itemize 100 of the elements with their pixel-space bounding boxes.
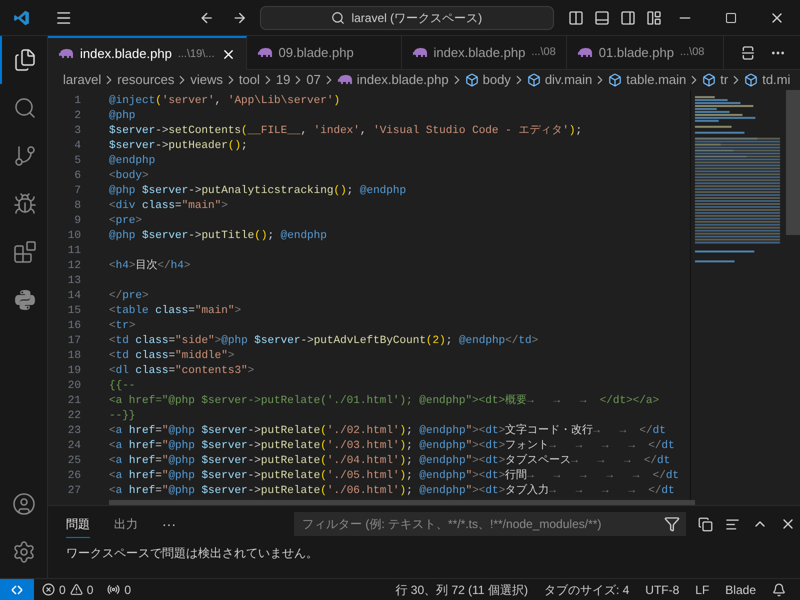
panel-toggle-icon[interactable] <box>594 10 610 26</box>
cube-icon <box>526 73 541 87</box>
code-line: <a href="@php $server->putRelate('./05.html'); @endphp"><dt>行間→ → → → → </dt <box>109 469 680 484</box>
code-line: $server->setContents(__FILE__, 'index', 'Visual Studio Code - エディタ'); <box>109 124 582 139</box>
code-line: <a href="@php $server->putRelate('./01.html'); @endphp"><dt>概要→ → → </dt></a> <box>109 394 660 409</box>
code-line: <table class="main"> <box>109 304 242 319</box>
files-icon[interactable] <box>12 48 36 72</box>
editor-tab[interactable]: index.blade.php ...\19\... <box>48 36 246 70</box>
line-number: 9 <box>73 214 81 229</box>
code-line: --}} <box>109 409 136 424</box>
python-icon[interactable] <box>12 288 36 312</box>
code-line: <a href="@php $server->putRelate('./04.html'); @endphp"><dt>タブスペース→ → → </dt <box>109 454 670 469</box>
error-count[interactable]: 0 <box>59 580 66 598</box>
settings-icon[interactable] <box>12 540 36 564</box>
code-line: @inject('server', 'App\Lib\server') <box>109 94 340 109</box>
line-number: 2 <box>73 109 81 124</box>
breadcrumb-item[interactable]: views <box>190 70 223 90</box>
code-line: @endphp <box>109 154 156 169</box>
tab-size[interactable]: タブのサイズ: 4 <box>544 580 630 598</box>
code-line: @php <box>109 109 136 124</box>
breadcrumb-item[interactable]: body <box>482 70 511 90</box>
breadcrumb-item[interactable]: 07 <box>306 70 321 90</box>
line-number: 11 <box>66 244 81 259</box>
breadcrumb-item[interactable]: index.blade.php <box>356 70 449 90</box>
code-line: {{-- <box>109 379 136 394</box>
code-line: $server->putHeader(); <box>109 139 248 154</box>
code-line: <body> <box>109 169 149 184</box>
line-number: 8 <box>73 199 81 214</box>
line-number: 15 <box>66 304 81 319</box>
sidebar-toggle-icon[interactable] <box>568 10 584 26</box>
line-number: 4 <box>73 139 81 154</box>
code-line: <pre> <box>109 214 142 229</box>
ports-count[interactable]: 0 <box>124 580 132 598</box>
breadcrumb-item[interactable]: laravel <box>63 70 102 90</box>
code-line: @php $server->putTitle(); @endphp <box>109 229 327 244</box>
breadcrumb-item[interactable]: resources <box>117 70 174 90</box>
cursor-position[interactable]: 行 30、列 72 (11 個選択) <box>395 580 528 598</box>
bug-icon[interactable] <box>12 192 36 216</box>
filter-icon[interactable] <box>664 516 680 532</box>
breadcrumb-item[interactable]: tool <box>238 70 260 90</box>
cube-icon <box>608 73 622 87</box>
editor-tab[interactable]: 09.blade.php <box>246 36 402 70</box>
panel-tab[interactable]: 問題 <box>66 510 90 538</box>
error-icon[interactable] <box>42 583 55 596</box>
line-number: 27 <box>66 484 81 499</box>
filter-field[interactable]: フィルター (例: テキスト、**/*.ts、!**/node_modules/**) <box>294 512 686 536</box>
problems-message: ワークスペースで問題は検出されていません。 <box>66 545 319 562</box>
command-search-field[interactable]: laravel (ワークスペース) <box>260 6 554 30</box>
editor-tab[interactable]: index.blade.php ...\08 <box>402 36 567 70</box>
remote-icon <box>10 582 24 596</box>
line-number: 3 <box>73 124 81 139</box>
line-number: 22 <box>66 409 81 424</box>
line-number: 19 <box>66 364 81 379</box>
app-logo-icon <box>13 8 30 26</box>
blocks-icon[interactable] <box>12 240 36 264</box>
cube-icon <box>702 73 716 87</box>
search-icon[interactable] <box>12 96 36 120</box>
code-line: <dl class="contents3"> <box>109 364 254 379</box>
breadcrumb-item[interactable]: table.main <box>626 70 686 90</box>
code-line: <a href="@php $server->putRelate('./02.html'); @endphp"><dt>文字コード・改行→ → </dt <box>109 424 666 439</box>
line-number: 12 <box>66 259 81 274</box>
line-number: 20 <box>66 379 81 394</box>
line-number: 5 <box>73 154 81 169</box>
warning-count[interactable]: 0 <box>86 580 94 598</box>
editor-tab[interactable]: 01.blade.php ...\08 <box>566 36 724 70</box>
panel-tab[interactable]: 出力 <box>114 510 138 538</box>
bell-icon[interactable] <box>772 582 786 596</box>
cube-icon <box>464 73 479 87</box>
line-number: 25 <box>66 454 81 469</box>
horizontal-scrollbar[interactable] <box>109 500 695 505</box>
encoding[interactable]: UTF-8 <box>645 580 680 598</box>
branch-icon[interactable] <box>12 144 36 168</box>
elephant-icon <box>256 46 272 58</box>
elephant-icon <box>58 48 74 60</box>
antenna-icon[interactable] <box>107 583 120 596</box>
account-icon[interactable] <box>12 492 36 516</box>
breadcrumb-item[interactable]: div.main <box>544 70 592 90</box>
line-number: 23 <box>66 424 81 439</box>
more-button[interactable]: ··· <box>162 514 176 534</box>
line-ending[interactable]: LF <box>695 580 710 598</box>
elephant-icon <box>412 46 428 58</box>
layout-icon[interactable] <box>646 10 662 26</box>
breadcrumb-item[interactable]: tr <box>720 70 728 90</box>
secondary-sidebar-icon[interactable] <box>620 10 636 26</box>
maximize-icon[interactable] <box>725 12 737 24</box>
breadcrumb-item[interactable]: 19 <box>276 70 290 90</box>
line-number: 16 <box>66 319 81 334</box>
remote-button[interactable] <box>0 579 34 600</box>
line-number: 21 <box>66 394 81 409</box>
cube-icon <box>744 73 758 87</box>
breadcrumb-item[interactable]: td.mi <box>762 70 790 90</box>
split-editor-icon[interactable] <box>740 44 756 60</box>
code-line: @php $server->putAnalyticstracking(); @endphp <box>109 184 406 199</box>
warning-icon[interactable] <box>70 583 83 596</box>
language-mode[interactable]: Blade <box>725 580 756 598</box>
line-number: 26 <box>66 469 81 484</box>
lines-icon[interactable] <box>725 516 740 532</box>
code-line: </pre> <box>109 289 149 304</box>
line-number: 14 <box>66 289 81 304</box>
elephant-icon <box>336 74 353 86</box>
